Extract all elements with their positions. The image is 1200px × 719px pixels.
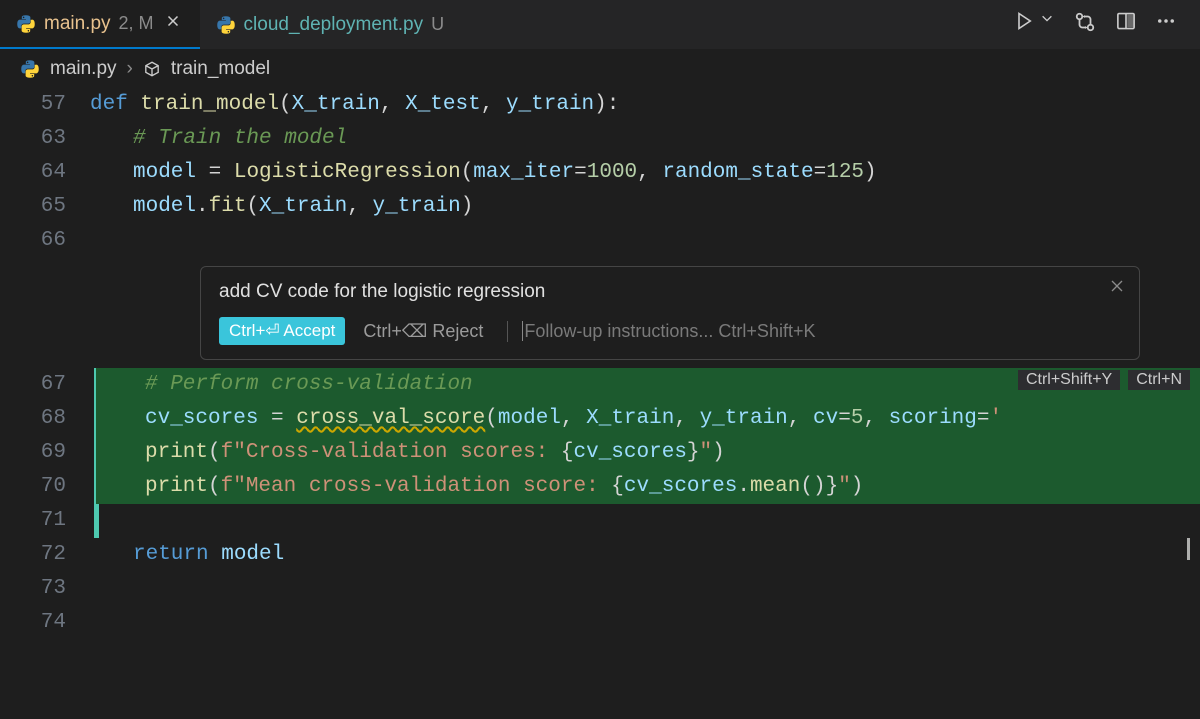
code-line[interactable]: 64model = LogisticRegression(max_iter=10… — [0, 156, 1200, 190]
line-number: 70 — [0, 470, 90, 504]
code-line[interactable]: 57def train_model(X_train, X_test, y_tra… — [0, 88, 1200, 122]
breadcrumb-file[interactable]: main.py — [50, 58, 117, 80]
line-number: 64 — [0, 156, 90, 190]
line-number: 69 — [0, 436, 90, 470]
code-line[interactable]: 65model.fit(X_train, y_train) — [0, 190, 1200, 224]
breadcrumb-symbol[interactable]: train_model — [171, 58, 270, 80]
line-number: 67 — [0, 368, 90, 402]
line-number: 71 — [0, 504, 90, 538]
split-editor-icon[interactable] — [1116, 11, 1136, 39]
reject-button[interactable]: Ctrl+⌫ Reject — [363, 321, 483, 342]
line-number: 57 — [0, 88, 90, 122]
line-number: 63 — [0, 122, 90, 156]
code-line[interactable]: 68cv_scores = cross_val_score(model, X_t… — [0, 402, 1200, 436]
run-icon[interactable] — [1014, 11, 1034, 39]
code-line[interactable]: 63# Train the model — [0, 122, 1200, 156]
code-editor[interactable]: 57def train_model(X_train, X_test, y_tra… — [0, 88, 1200, 640]
git-compare-icon[interactable] — [1074, 11, 1096, 39]
chevron-right-icon: › — [127, 58, 133, 80]
tab-status: 2, M — [119, 13, 154, 34]
code-line[interactable]: 74 — [0, 606, 1200, 640]
more-icon[interactable] — [1156, 11, 1176, 39]
tab-filename: cloud_deployment.py — [244, 14, 424, 36]
line-number: 73 — [0, 572, 90, 606]
code-action-2[interactable]: Ctrl+N — [1128, 370, 1190, 390]
code-line[interactable]: 72return model — [0, 538, 1200, 572]
close-icon[interactable] — [162, 10, 184, 38]
code-line[interactable]: 71 — [0, 504, 1200, 538]
python-icon — [20, 59, 40, 79]
inline-chat-prompt: add CV code for the logistic regression — [219, 281, 1121, 303]
python-icon — [216, 15, 236, 35]
code-action-1[interactable]: Ctrl+Shift+Y — [1018, 370, 1120, 390]
code-line[interactable]: 66 — [0, 224, 1200, 258]
line-number: 66 — [0, 224, 90, 258]
tab-cloud-deployment-py[interactable]: cloud_deployment.py U — [200, 0, 461, 49]
close-icon[interactable] — [1109, 277, 1125, 300]
followup-input[interactable]: Follow-up instructions... Ctrl+Shift+K — [507, 321, 815, 342]
breadcrumb[interactable]: main.py › train_model — [0, 50, 1200, 88]
accept-button[interactable]: Ctrl+⏎ Accept — [219, 317, 345, 345]
line-number: 74 — [0, 606, 90, 640]
line-number: 68 — [0, 402, 90, 436]
tab-filename: main.py — [44, 13, 111, 35]
python-icon — [16, 14, 36, 34]
code-actions: Ctrl+Shift+Y Ctrl+N — [1018, 370, 1190, 390]
chevron-down-icon[interactable] — [1040, 11, 1054, 39]
line-number: 72 — [0, 538, 90, 572]
tab-main-py[interactable]: main.py 2, M — [0, 0, 200, 49]
code-line[interactable]: 73 — [0, 572, 1200, 606]
line-number: 65 — [0, 190, 90, 224]
inline-chat: add CV code for the logistic regression … — [200, 266, 1140, 360]
inserted-code-block: Ctrl+Shift+Y Ctrl+N 67# Perform cross-va… — [0, 368, 1200, 538]
tab-status: U — [431, 14, 444, 35]
tab-bar: main.py 2, M cloud_deployment.py U — [0, 0, 1200, 50]
code-line[interactable]: 69print(f"Cross-validation scores: {cv_s… — [0, 436, 1200, 470]
tab-actions — [1014, 11, 1200, 39]
symbol-method-icon — [143, 60, 161, 78]
code-line[interactable]: 70print(f"Mean cross-validation score: {… — [0, 470, 1200, 504]
